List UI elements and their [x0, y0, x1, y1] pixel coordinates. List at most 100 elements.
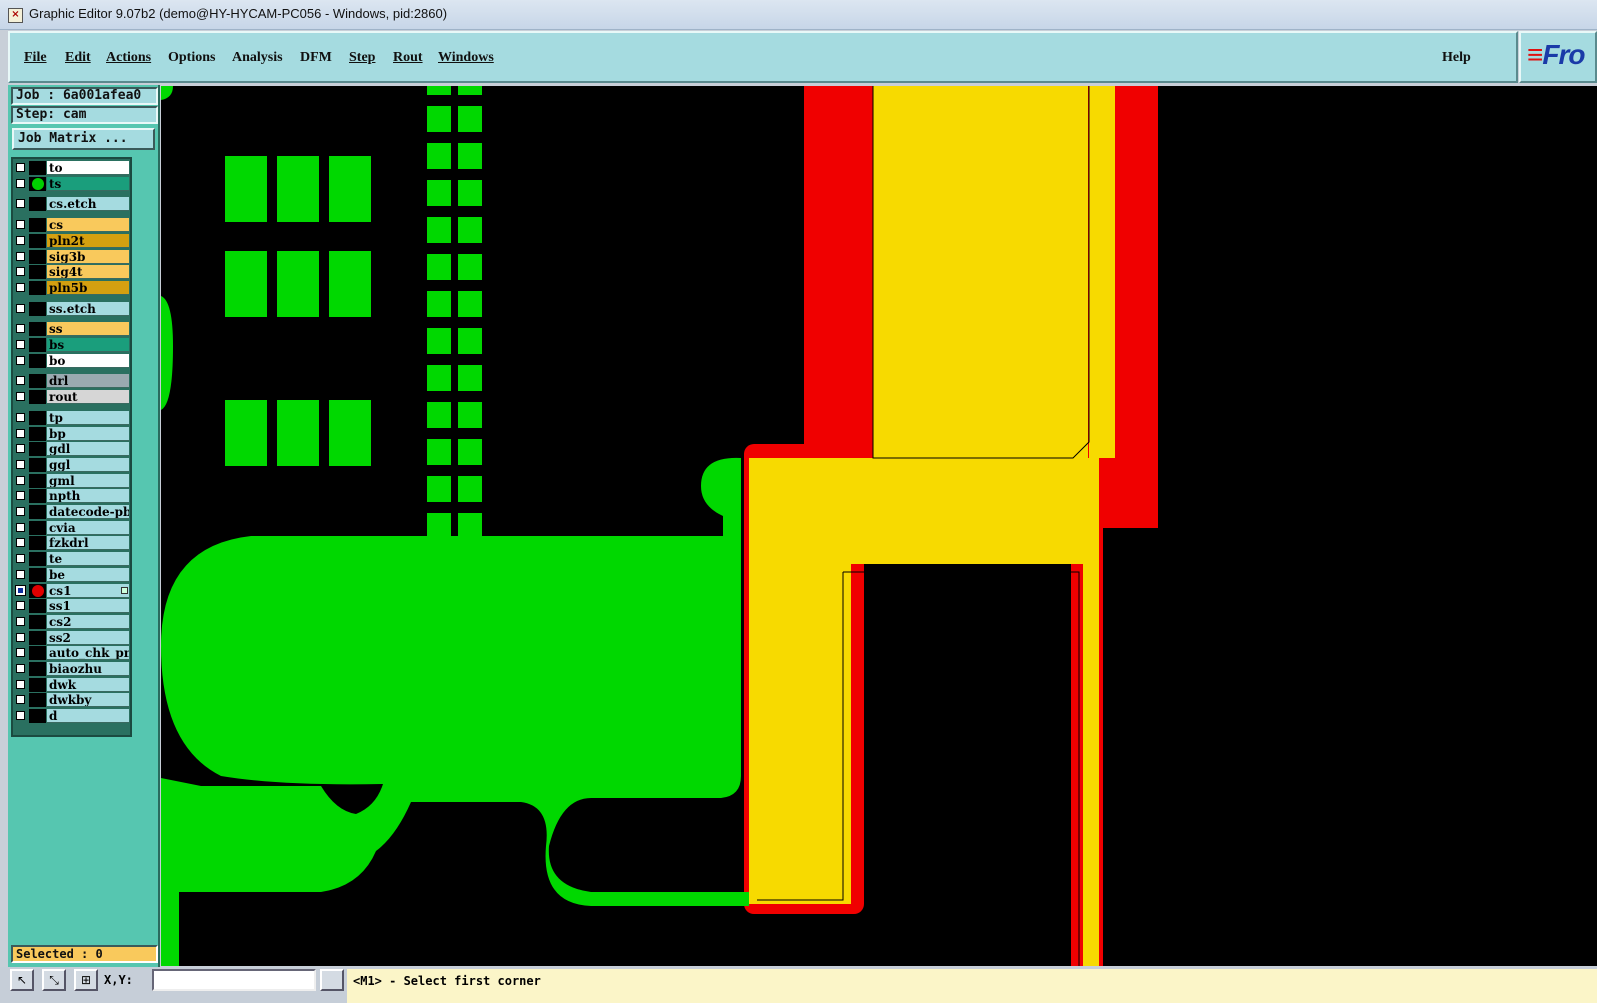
- menu-edit[interactable]: Edit: [65, 50, 91, 66]
- layer-checkbox[interactable]: [16, 664, 25, 673]
- layer-display-toggle[interactable]: [29, 630, 46, 645]
- layer-checkbox[interactable]: [16, 163, 25, 172]
- layer-checkbox[interactable]: [16, 340, 25, 349]
- layer-display-toggle[interactable]: [29, 390, 46, 405]
- layer-row-gdl[interactable]: gdl: [13, 442, 130, 457]
- layer-row-ss-etch[interactable]: ss.etch: [13, 301, 130, 316]
- layer-name[interactable]: dwkby: [47, 693, 129, 708]
- layer-checkbox[interactable]: [16, 679, 25, 689]
- layer-name[interactable]: d: [47, 709, 129, 724]
- layer-display-toggle[interactable]: [29, 473, 46, 488]
- layer-row-sig4t[interactable]: sig4t: [13, 265, 130, 280]
- menu-help[interactable]: Help: [1442, 50, 1471, 66]
- layer-display-toggle[interactable]: [29, 353, 46, 368]
- layer-name[interactable]: fzkdrl: [47, 536, 129, 551]
- layer-checkbox[interactable]: [16, 616, 25, 626]
- layer-display-toggle[interactable]: [29, 520, 46, 535]
- layer-row-pln2t[interactable]: pln2t: [13, 233, 130, 248]
- layer-row-sig3b[interactable]: sig3b: [13, 249, 130, 264]
- layer-name[interactable]: biaozhu: [47, 662, 129, 676]
- layer-name[interactable]: npth: [47, 489, 129, 504]
- layer-row-ggl[interactable]: ggl: [13, 457, 130, 472]
- layer-name[interactable]: rout: [47, 390, 129, 405]
- layer-checkbox[interactable]: [16, 554, 25, 564]
- layer-display-toggle[interactable]: [29, 233, 46, 248]
- layer-name[interactable]: drl: [47, 374, 129, 389]
- layer-row-cvia[interactable]: cvia: [13, 520, 130, 535]
- layer-display-toggle[interactable]: [29, 662, 46, 676]
- layer-row-rout[interactable]: rout: [13, 390, 130, 405]
- layer-display-toggle[interactable]: [29, 599, 46, 614]
- layer-row-ts[interactable]: ts: [13, 176, 130, 191]
- layer-display-toggle[interactable]: [29, 646, 46, 661]
- layer-display-toggle[interactable]: [29, 442, 46, 457]
- layer-checkbox[interactable]: [16, 538, 25, 548]
- layer-name[interactable]: tp: [47, 410, 129, 425]
- layer-row-to[interactable]: to: [13, 161, 130, 175]
- layer-display-toggle[interactable]: [29, 709, 46, 724]
- layer-checkbox[interactable]: [16, 475, 25, 485]
- layer-checkbox[interactable]: [16, 444, 25, 454]
- layer-checkbox[interactable]: [16, 459, 25, 469]
- layer-name[interactable]: datecode-pbe: [47, 505, 129, 519]
- layer-display-toggle[interactable]: [29, 265, 46, 280]
- layer-checkbox[interactable]: [16, 324, 25, 334]
- layer-row-ss[interactable]: ss: [13, 322, 130, 337]
- layer-display-toggle[interactable]: [29, 536, 46, 551]
- menu-options[interactable]: Options: [168, 50, 215, 66]
- layer-row-cs1[interactable]: cs1: [13, 583, 130, 598]
- layer-checkbox[interactable]: [16, 235, 25, 245]
- layer-checkbox[interactable]: [16, 412, 25, 422]
- separator-button[interactable]: [320, 969, 344, 991]
- layer-checkbox[interactable]: [16, 569, 25, 579]
- layer-checkbox[interactable]: [16, 507, 25, 516]
- layer-row-be[interactable]: be: [13, 567, 130, 582]
- layer-checkbox[interactable]: [16, 428, 25, 438]
- grid-icon[interactable]: ⊞: [74, 969, 98, 991]
- layer-checkbox[interactable]: [16, 522, 25, 532]
- layer-name[interactable]: to: [47, 161, 129, 175]
- layer-name[interactable]: pln2t: [47, 233, 129, 248]
- layer-display-toggle[interactable]: [29, 693, 46, 708]
- layer-checkbox[interactable]: [16, 303, 25, 313]
- menu-file[interactable]: File: [24, 50, 47, 66]
- layer-name[interactable]: ggl: [47, 457, 129, 472]
- layer-row-cs[interactable]: cs: [13, 218, 130, 233]
- layer-row-cs2[interactable]: cs2: [13, 614, 130, 629]
- layer-name[interactable]: ts: [47, 176, 129, 191]
- layer-display-toggle[interactable]: [29, 322, 46, 337]
- layer-row-pln5b[interactable]: pln5b: [13, 280, 130, 295]
- layer-row-drl[interactable]: drl: [13, 374, 130, 389]
- menu-rout[interactable]: Rout: [393, 50, 423, 66]
- layer-row-tp[interactable]: tp: [13, 410, 130, 425]
- layer-checkbox[interactable]: [16, 648, 25, 658]
- layer-row-bo[interactable]: bo: [13, 353, 130, 368]
- layer-display-toggle[interactable]: [29, 176, 46, 191]
- layer-display-toggle[interactable]: [29, 457, 46, 472]
- menu-windows[interactable]: Windows: [438, 50, 494, 66]
- layer-checkbox[interactable]: [16, 491, 25, 501]
- layer-name[interactable]: te: [47, 552, 129, 567]
- menu-analysis[interactable]: Analysis: [232, 50, 283, 66]
- layer-checkbox[interactable]: [16, 632, 25, 642]
- layer-display-toggle[interactable]: [29, 489, 46, 504]
- layer-display-toggle[interactable]: [29, 567, 46, 582]
- layer-row-biaozhu[interactable]: biaozhu: [13, 662, 130, 676]
- layer-display-toggle[interactable]: [29, 338, 46, 352]
- layer-name[interactable]: cs1: [47, 583, 129, 598]
- layer-name[interactable]: pln5b: [47, 280, 129, 295]
- layer-name[interactable]: bo: [47, 353, 129, 368]
- layer-row-dwkby[interactable]: dwkby: [13, 693, 130, 708]
- layer-row-auto-chk-pnl[interactable]: auto_chk_pnl: [13, 646, 130, 661]
- layer-row-d[interactable]: d: [13, 709, 130, 724]
- layer-display-toggle[interactable]: [29, 374, 46, 389]
- layer-row-npth[interactable]: npth: [13, 489, 130, 504]
- layer-checkbox[interactable]: [16, 392, 25, 402]
- layer-row-ss1[interactable]: ss1: [13, 599, 130, 614]
- job-matrix-button[interactable]: Job Matrix ...: [12, 128, 155, 150]
- layer-checkbox[interactable]: [16, 199, 25, 209]
- layer-name[interactable]: cs2: [47, 614, 129, 629]
- layer-checkbox[interactable]: [16, 178, 25, 188]
- layer-checkbox[interactable]: [16, 282, 25, 292]
- layer-checkbox[interactable]: [16, 695, 25, 705]
